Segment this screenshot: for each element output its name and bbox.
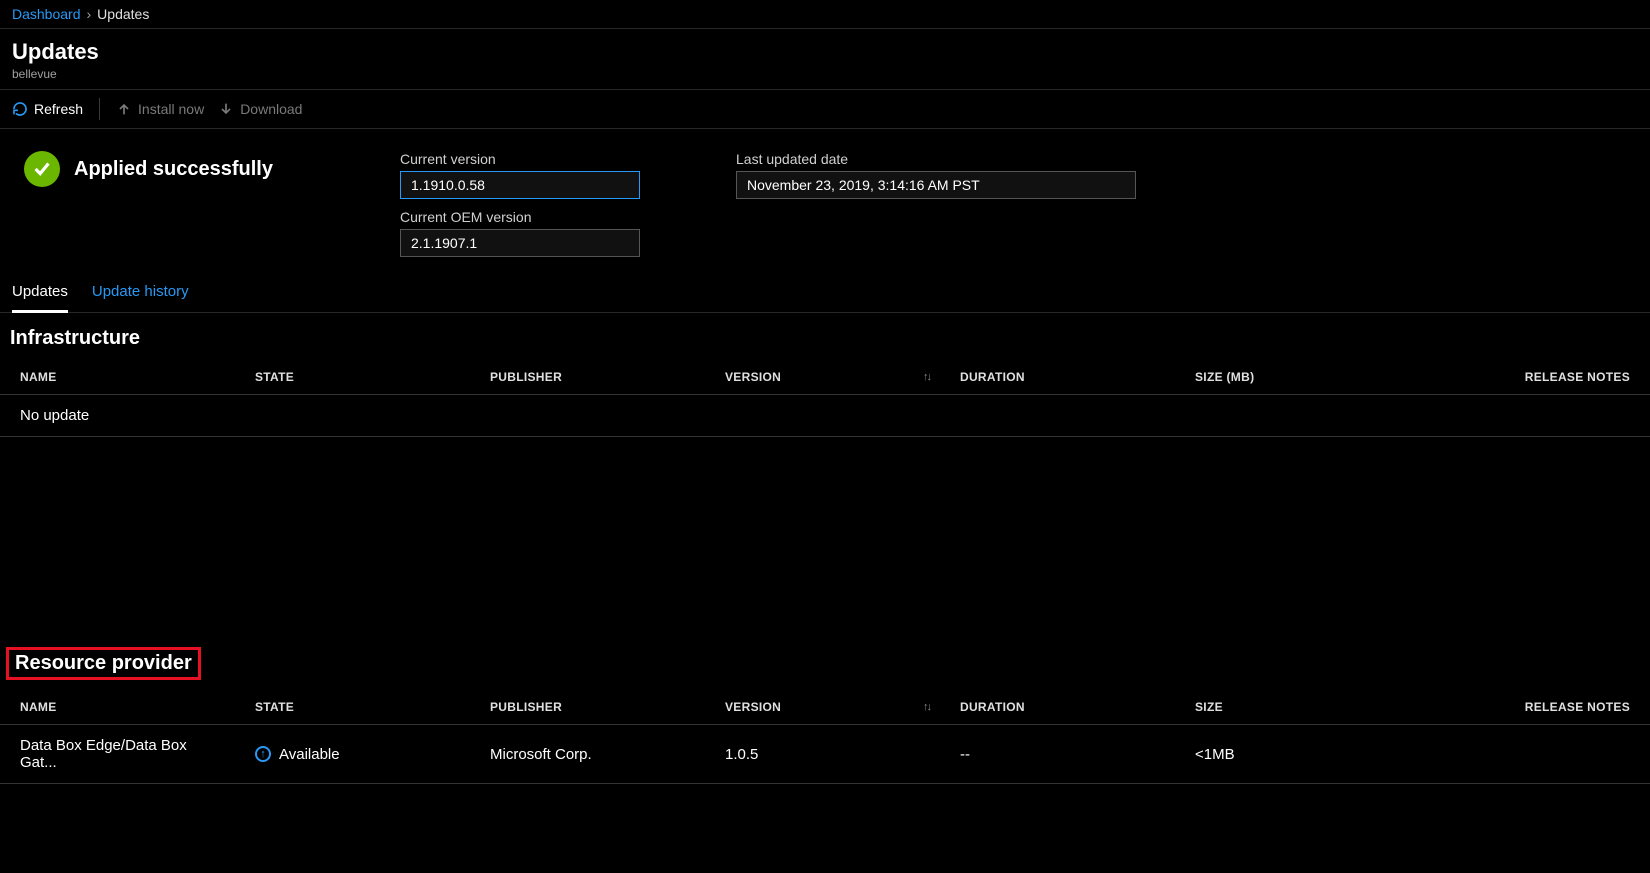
chevron-right-icon: › [87, 6, 92, 22]
download-button[interactable]: Download [218, 101, 302, 117]
col-name[interactable]: NAME [0, 360, 235, 395]
col-state[interactable]: STATE [235, 690, 470, 725]
tab-updates[interactable]: Updates [12, 283, 68, 313]
refresh-button[interactable]: Refresh [12, 101, 83, 117]
download-icon [218, 101, 234, 117]
refresh-label: Refresh [34, 101, 83, 117]
col-publisher[interactable]: PUBLISHER [470, 690, 705, 725]
breadcrumb: Dashboard › Updates [0, 0, 1650, 29]
col-size[interactable]: SIZE [1175, 690, 1410, 725]
table-row: No update [0, 395, 1650, 437]
last-updated-label: Last updated date [736, 151, 1136, 167]
cell-release-notes [1410, 725, 1650, 784]
resource-provider-heading: Resource provider [6, 647, 201, 680]
col-duration[interactable]: DURATION [940, 690, 1175, 725]
cell-size: <1MB [1175, 725, 1410, 784]
col-version-label: VERSION [725, 370, 781, 384]
col-version-label: VERSION [725, 700, 781, 714]
col-version[interactable]: VERSION ↑↓ [705, 690, 940, 725]
page-title: Updates [12, 39, 1638, 65]
col-release-notes[interactable]: RELEASE NOTES [1410, 690, 1650, 725]
breadcrumb-dashboard-link[interactable]: Dashboard [12, 6, 81, 22]
col-size-mb[interactable]: SIZE (MB) [1175, 360, 1410, 395]
status-message: Applied successfully [74, 158, 273, 181]
download-label: Download [240, 101, 302, 117]
cell-publisher: Microsoft Corp. [470, 725, 705, 784]
toolbar: Refresh Install now Download [0, 90, 1650, 129]
cell-duration: -- [940, 725, 1175, 784]
col-duration[interactable]: DURATION [940, 360, 1175, 395]
table-row[interactable]: Data Box Edge/Data Box Gat... ↑ Availabl… [0, 725, 1650, 784]
cell-state-text: Available [279, 746, 340, 763]
install-now-button[interactable]: Install now [116, 101, 204, 117]
current-version-label: Current version [400, 151, 640, 167]
last-updated-field[interactable]: November 23, 2019, 3:14:16 AM PST [736, 171, 1136, 199]
cell-version: 1.0.5 [705, 725, 940, 784]
oem-version-label: Current OEM version [400, 209, 640, 225]
no-update-text: No update [0, 395, 1650, 437]
col-name[interactable]: NAME [0, 690, 235, 725]
infrastructure-heading: Infrastructure [0, 313, 1650, 360]
resource-provider-table: NAME STATE PUBLISHER VERSION ↑↓ DURATION… [0, 690, 1650, 784]
sort-icon: ↑↓ [923, 371, 930, 383]
toolbar-divider [99, 98, 100, 120]
col-version[interactable]: VERSION ↑↓ [705, 360, 940, 395]
page-subtitle: bellevue [12, 67, 1638, 81]
tab-strip: Updates Update history [0, 269, 1650, 313]
col-release-notes[interactable]: RELEASE NOTES [1410, 360, 1650, 395]
refresh-icon [12, 101, 28, 117]
page-header: Updates bellevue [0, 29, 1650, 90]
oem-version-field[interactable]: 2.1.1907.1 [400, 229, 640, 257]
col-publisher[interactable]: PUBLISHER [470, 360, 705, 395]
install-now-label: Install now [138, 101, 204, 117]
sort-icon: ↑↓ [923, 701, 930, 713]
available-icon: ↑ [255, 746, 271, 762]
breadcrumb-current: Updates [97, 6, 149, 22]
cell-state: ↑ Available [235, 725, 470, 784]
col-state[interactable]: STATE [235, 360, 470, 395]
current-version-field[interactable]: 1.1910.0.58 [400, 171, 640, 199]
tab-update-history[interactable]: Update history [92, 283, 189, 312]
infrastructure-table: NAME STATE PUBLISHER VERSION ↑↓ DURATION… [0, 360, 1650, 437]
success-icon [24, 151, 60, 187]
upload-icon [116, 101, 132, 117]
status-panel: Applied successfully Current version 1.1… [0, 129, 1650, 269]
cell-name: Data Box Edge/Data Box Gat... [0, 725, 235, 784]
